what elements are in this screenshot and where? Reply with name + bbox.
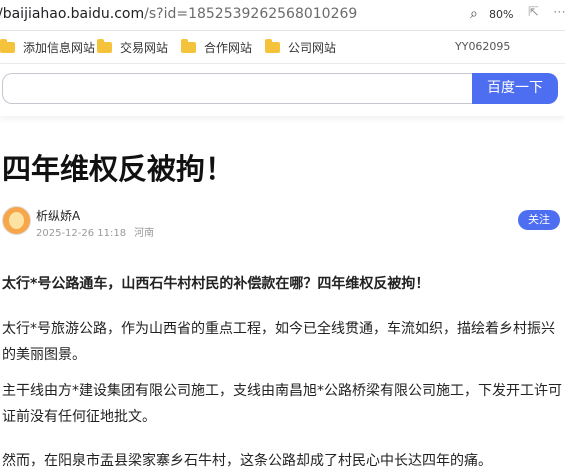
bookmark-label: 交易网站 (120, 41, 169, 55)
folder-icon (97, 39, 112, 53)
folder-icon (265, 39, 280, 53)
address-bar[interactable]: /baijiahao.baidu.com/s?id=18525392625680… (0, 0, 565, 31)
article-title: 四年维权反被拘！ (2, 152, 235, 186)
publish-date: 2025-12-26 11:18 (36, 228, 127, 239)
bookmark-folder-4[interactable]: 公司网站 (265, 39, 336, 56)
bookmark-code: YY062095 (455, 40, 511, 53)
search-button[interactable]: 百度一下 (472, 73, 558, 104)
paragraph: 太行*号旅游公路，作为山西省的重点工程，如今已全线贯通，车流如织，描绘着乡村振兴… (2, 321, 555, 363)
paragraph: 然而，在阳泉市盂县梁家寨乡石牛村，这条公路却成了村民心中长达四年的痛。 (2, 453, 492, 469)
url-text[interactable]: /baijiahao.baidu.com/s?id=18525392625680… (0, 6, 357, 22)
bookmark-label: 添加信息网站 (23, 41, 96, 55)
avatar[interactable] (2, 206, 31, 235)
bookmark-label: 公司网站 (288, 41, 337, 55)
paragraph: 主干线由方*建设集团有限公司施工，支线由南昌旭*公路桥梁有限公司施工，下发开工许… (2, 383, 562, 425)
url-host: /baijiahao.baidu.com (0, 6, 145, 22)
magnifier-icon[interactable]: ⌕ (470, 6, 478, 22)
url-path: /s?id=1852539262568010269 (144, 6, 358, 22)
folder-icon (181, 39, 196, 53)
bookmark-folder-1[interactable]: 添加信息网站 (0, 39, 95, 56)
lead-paragraph: 太行*号公路通车，山西石牛村村民的补偿款在哪？四年维权反被拘！ (2, 276, 430, 292)
bookmark-folder-2[interactable]: 交易网站 (97, 39, 168, 56)
share-icon[interactable]: ⇱ (528, 5, 539, 20)
bookmark-label: 合作网站 (204, 41, 253, 55)
publish-location: 河南 (134, 228, 155, 239)
article-meta: 2025-12-26 11:18 河南 (36, 224, 162, 239)
author-name[interactable]: 析纵娇A (36, 207, 80, 224)
search-input[interactable] (2, 73, 474, 104)
search-bar: 百度一下 (0, 64, 565, 116)
zoom-level[interactable]: 80% (489, 8, 513, 21)
bookmarks-bar: 添加信息网站 交易网站 合作网站 公司网站 YY062095 (0, 31, 565, 64)
bookmark-folder-3[interactable]: 合作网站 (181, 39, 252, 56)
more-icon[interactable]: ⋯ (553, 5, 565, 20)
folder-icon (0, 39, 15, 53)
follow-button[interactable]: 关注 (518, 210, 560, 230)
